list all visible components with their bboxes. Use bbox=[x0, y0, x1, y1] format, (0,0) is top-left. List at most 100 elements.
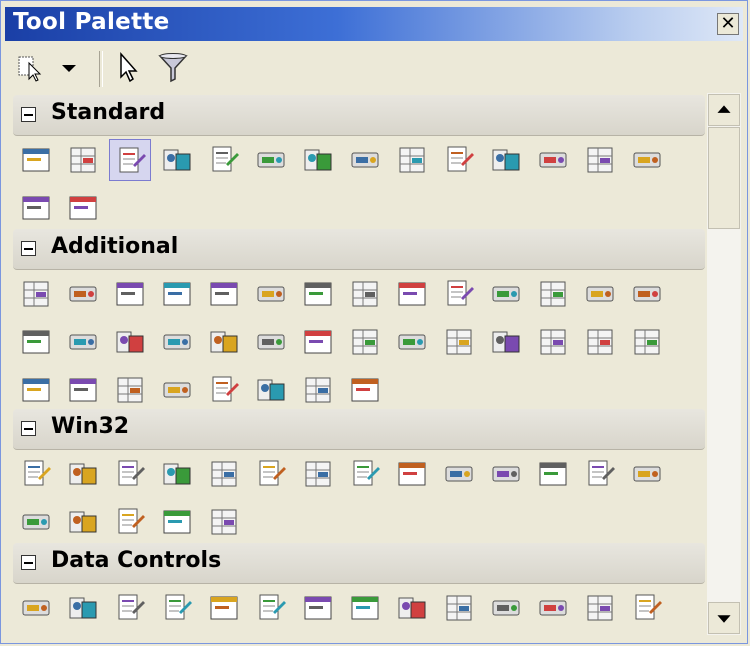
filter-button[interactable] bbox=[157, 51, 189, 85]
tool-checklistbox[interactable] bbox=[438, 273, 480, 315]
tool-dbnavigator[interactable] bbox=[62, 587, 104, 629]
tool-applicationevents[interactable] bbox=[626, 273, 668, 315]
tool-dock-tab-set[interactable] bbox=[109, 369, 151, 411]
tool-dbedit[interactable] bbox=[156, 587, 198, 629]
tool-pie-chart[interactable] bbox=[250, 369, 292, 411]
tool-monthcalendar[interactable] bbox=[485, 453, 527, 495]
scroll-down-button[interactable] bbox=[708, 602, 740, 634]
tool-speedbutton[interactable] bbox=[62, 273, 104, 315]
tool-headercontrol[interactable] bbox=[626, 453, 668, 495]
tool-comboboxex[interactable] bbox=[203, 501, 245, 543]
tool-frame[interactable] bbox=[62, 139, 104, 181]
tool-shape[interactable] bbox=[297, 273, 339, 315]
vertical-scrollbar[interactable] bbox=[707, 93, 741, 635]
tool-groupbox[interactable] bbox=[626, 139, 668, 181]
tool-actionmanager[interactable] bbox=[203, 321, 245, 363]
tool-updown[interactable] bbox=[297, 453, 339, 495]
tool-combobox[interactable] bbox=[532, 139, 574, 181]
tool-labelededit[interactable] bbox=[62, 321, 104, 363]
tool-animate[interactable] bbox=[391, 453, 433, 495]
tool-coolbar[interactable] bbox=[109, 501, 151, 543]
tool-toolbar[interactable] bbox=[62, 501, 104, 543]
tool-stringgrid[interactable] bbox=[156, 273, 198, 315]
tool-dbimage[interactable] bbox=[250, 587, 292, 629]
tool-treeview[interactable] bbox=[532, 453, 574, 495]
tool-grid-panel[interactable] bbox=[203, 369, 245, 411]
tool-image[interactable] bbox=[250, 273, 292, 315]
tool-form[interactable] bbox=[15, 139, 57, 181]
tool-trackbar[interactable] bbox=[203, 453, 245, 495]
tool-drawgrid[interactable] bbox=[203, 273, 245, 315]
tool-dbcheckbox[interactable] bbox=[391, 587, 433, 629]
tool-label[interactable] bbox=[203, 139, 245, 181]
tool-checkbox[interactable] bbox=[391, 139, 433, 181]
tool-datetimepicker[interactable] bbox=[438, 453, 480, 495]
close-button[interactable]: ✕ bbox=[717, 13, 739, 35]
collapse-icon[interactable] bbox=[21, 107, 36, 122]
tool-valuelisteditor[interactable] bbox=[15, 321, 57, 363]
section-header-additional[interactable]: Additional bbox=[13, 229, 705, 270]
tool-bitbtn[interactable] bbox=[15, 273, 57, 315]
toolbar-dropdown-button[interactable] bbox=[57, 51, 81, 85]
tool-dbgrid[interactable] bbox=[15, 587, 57, 629]
tool-imagelist[interactable] bbox=[109, 453, 151, 495]
tool-controlbar[interactable] bbox=[579, 273, 621, 315]
tool-bevel[interactable] bbox=[344, 273, 386, 315]
tool-hotkey[interactable] bbox=[344, 453, 386, 495]
tool-flow-panel[interactable] bbox=[297, 369, 339, 411]
tool-scrollbar[interactable] bbox=[579, 139, 621, 181]
collapse-icon[interactable] bbox=[21, 241, 36, 256]
tool-chart[interactable] bbox=[156, 321, 198, 363]
tool-listbox[interactable] bbox=[485, 139, 527, 181]
tool-button-group[interactable] bbox=[62, 369, 104, 411]
section-header-data-controls[interactable]: Data Controls bbox=[13, 543, 705, 584]
tool-maskedit[interactable] bbox=[109, 273, 151, 315]
tool-customizedlg[interactable] bbox=[344, 321, 386, 363]
tool-radiogroup[interactable] bbox=[15, 187, 57, 229]
tool-dbcombobox[interactable] bbox=[344, 587, 386, 629]
pointer-button[interactable] bbox=[113, 51, 145, 85]
tool-button[interactable] bbox=[344, 139, 386, 181]
section-header-win32[interactable]: Win32 bbox=[13, 409, 705, 450]
scroll-up-button[interactable] bbox=[708, 94, 740, 126]
tool-richedit[interactable] bbox=[156, 453, 198, 495]
tool-colorlistbox[interactable] bbox=[626, 321, 668, 363]
tool-colorbox[interactable] bbox=[109, 321, 151, 363]
tool-progressbar[interactable] bbox=[250, 453, 292, 495]
tool-xpcolormap[interactable] bbox=[391, 321, 433, 363]
tool-scrollbox[interactable] bbox=[391, 273, 433, 315]
tool-dbrichedit[interactable] bbox=[579, 587, 621, 629]
scroll-thumb[interactable] bbox=[708, 127, 740, 229]
tool-splitter[interactable] bbox=[485, 273, 527, 315]
tool-radiobutton[interactable] bbox=[438, 139, 480, 181]
tool-dbctrlgrid[interactable] bbox=[626, 587, 668, 629]
tool-tab-set[interactable] bbox=[156, 369, 198, 411]
title-bar[interactable]: Tool Palette ✕ bbox=[5, 7, 743, 41]
tool-actiontoolbar[interactable] bbox=[297, 321, 339, 363]
select-component-button[interactable] bbox=[15, 51, 47, 85]
tool-panel[interactable] bbox=[62, 187, 104, 229]
tool-dbtext[interactable] bbox=[109, 587, 151, 629]
tool-statusbar[interactable] bbox=[15, 501, 57, 543]
tool-memo[interactable] bbox=[297, 139, 339, 181]
tool-pagescroller[interactable] bbox=[156, 501, 198, 543]
tool-edit[interactable] bbox=[250, 139, 292, 181]
tool-listview[interactable] bbox=[579, 453, 621, 495]
tool-twilightcolormap[interactable] bbox=[485, 321, 527, 363]
tool-component-select[interactable] bbox=[156, 139, 198, 181]
tool-dblookupcombobox[interactable] bbox=[532, 587, 574, 629]
tool-statictext[interactable] bbox=[532, 273, 574, 315]
tool-dbradiogroup[interactable] bbox=[438, 587, 480, 629]
tool-dblookuplistbox[interactable] bbox=[485, 587, 527, 629]
tool-popupactionbar[interactable] bbox=[579, 321, 621, 363]
collapse-icon[interactable] bbox=[21, 421, 36, 436]
collapse-icon[interactable] bbox=[21, 555, 36, 570]
tool-category-buttons[interactable] bbox=[15, 369, 57, 411]
tool-tabcontrol[interactable] bbox=[15, 453, 57, 495]
tool-dblistbox[interactable] bbox=[297, 587, 339, 629]
tool-standardcolormap[interactable] bbox=[438, 321, 480, 363]
tool-xpmanifest[interactable] bbox=[532, 321, 574, 363]
tool-actionmainmenubar[interactable] bbox=[250, 321, 292, 363]
tool-pagecontrol[interactable] bbox=[62, 453, 104, 495]
tool-dbmemo[interactable] bbox=[203, 587, 245, 629]
